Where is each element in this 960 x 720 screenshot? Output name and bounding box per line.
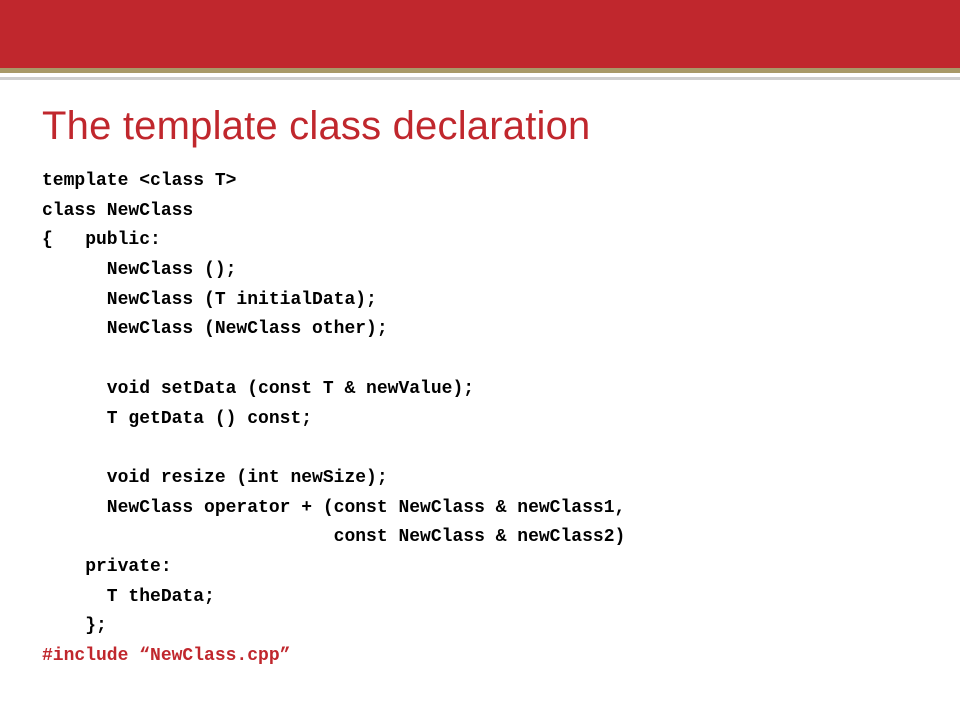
- code-line: NewClass ();: [42, 260, 236, 280]
- code-line-include: #include “NewClass.cpp”: [42, 646, 290, 666]
- code-line: NewClass (NewClass other);: [42, 319, 388, 339]
- code-line: };: [42, 616, 107, 636]
- code-line: void resize (int newSize);: [42, 468, 388, 488]
- accent-line-gray: [0, 77, 960, 80]
- accent-lines: [0, 68, 960, 80]
- code-line: template <class T>: [42, 171, 236, 191]
- code-line: const NewClass & newClass2): [42, 527, 625, 547]
- code-line: void setData (const T & newValue);: [42, 379, 474, 399]
- code-line: NewClass operator + (const NewClass & ne…: [42, 498, 625, 518]
- code-line: T getData () const;: [42, 409, 312, 429]
- code-line: private:: [42, 557, 172, 577]
- code-line: NewClass (T initialData);: [42, 290, 377, 310]
- code-line: { public:: [42, 230, 161, 250]
- code-block: template <class T> class NewClass { publ…: [42, 167, 918, 672]
- header-band: [0, 0, 960, 68]
- slide-title: The template class declaration: [42, 104, 918, 149]
- code-line: class NewClass: [42, 201, 193, 221]
- slide-content: The template class declaration template …: [0, 68, 960, 672]
- accent-line-gold: [0, 68, 960, 73]
- code-line: T theData;: [42, 587, 215, 607]
